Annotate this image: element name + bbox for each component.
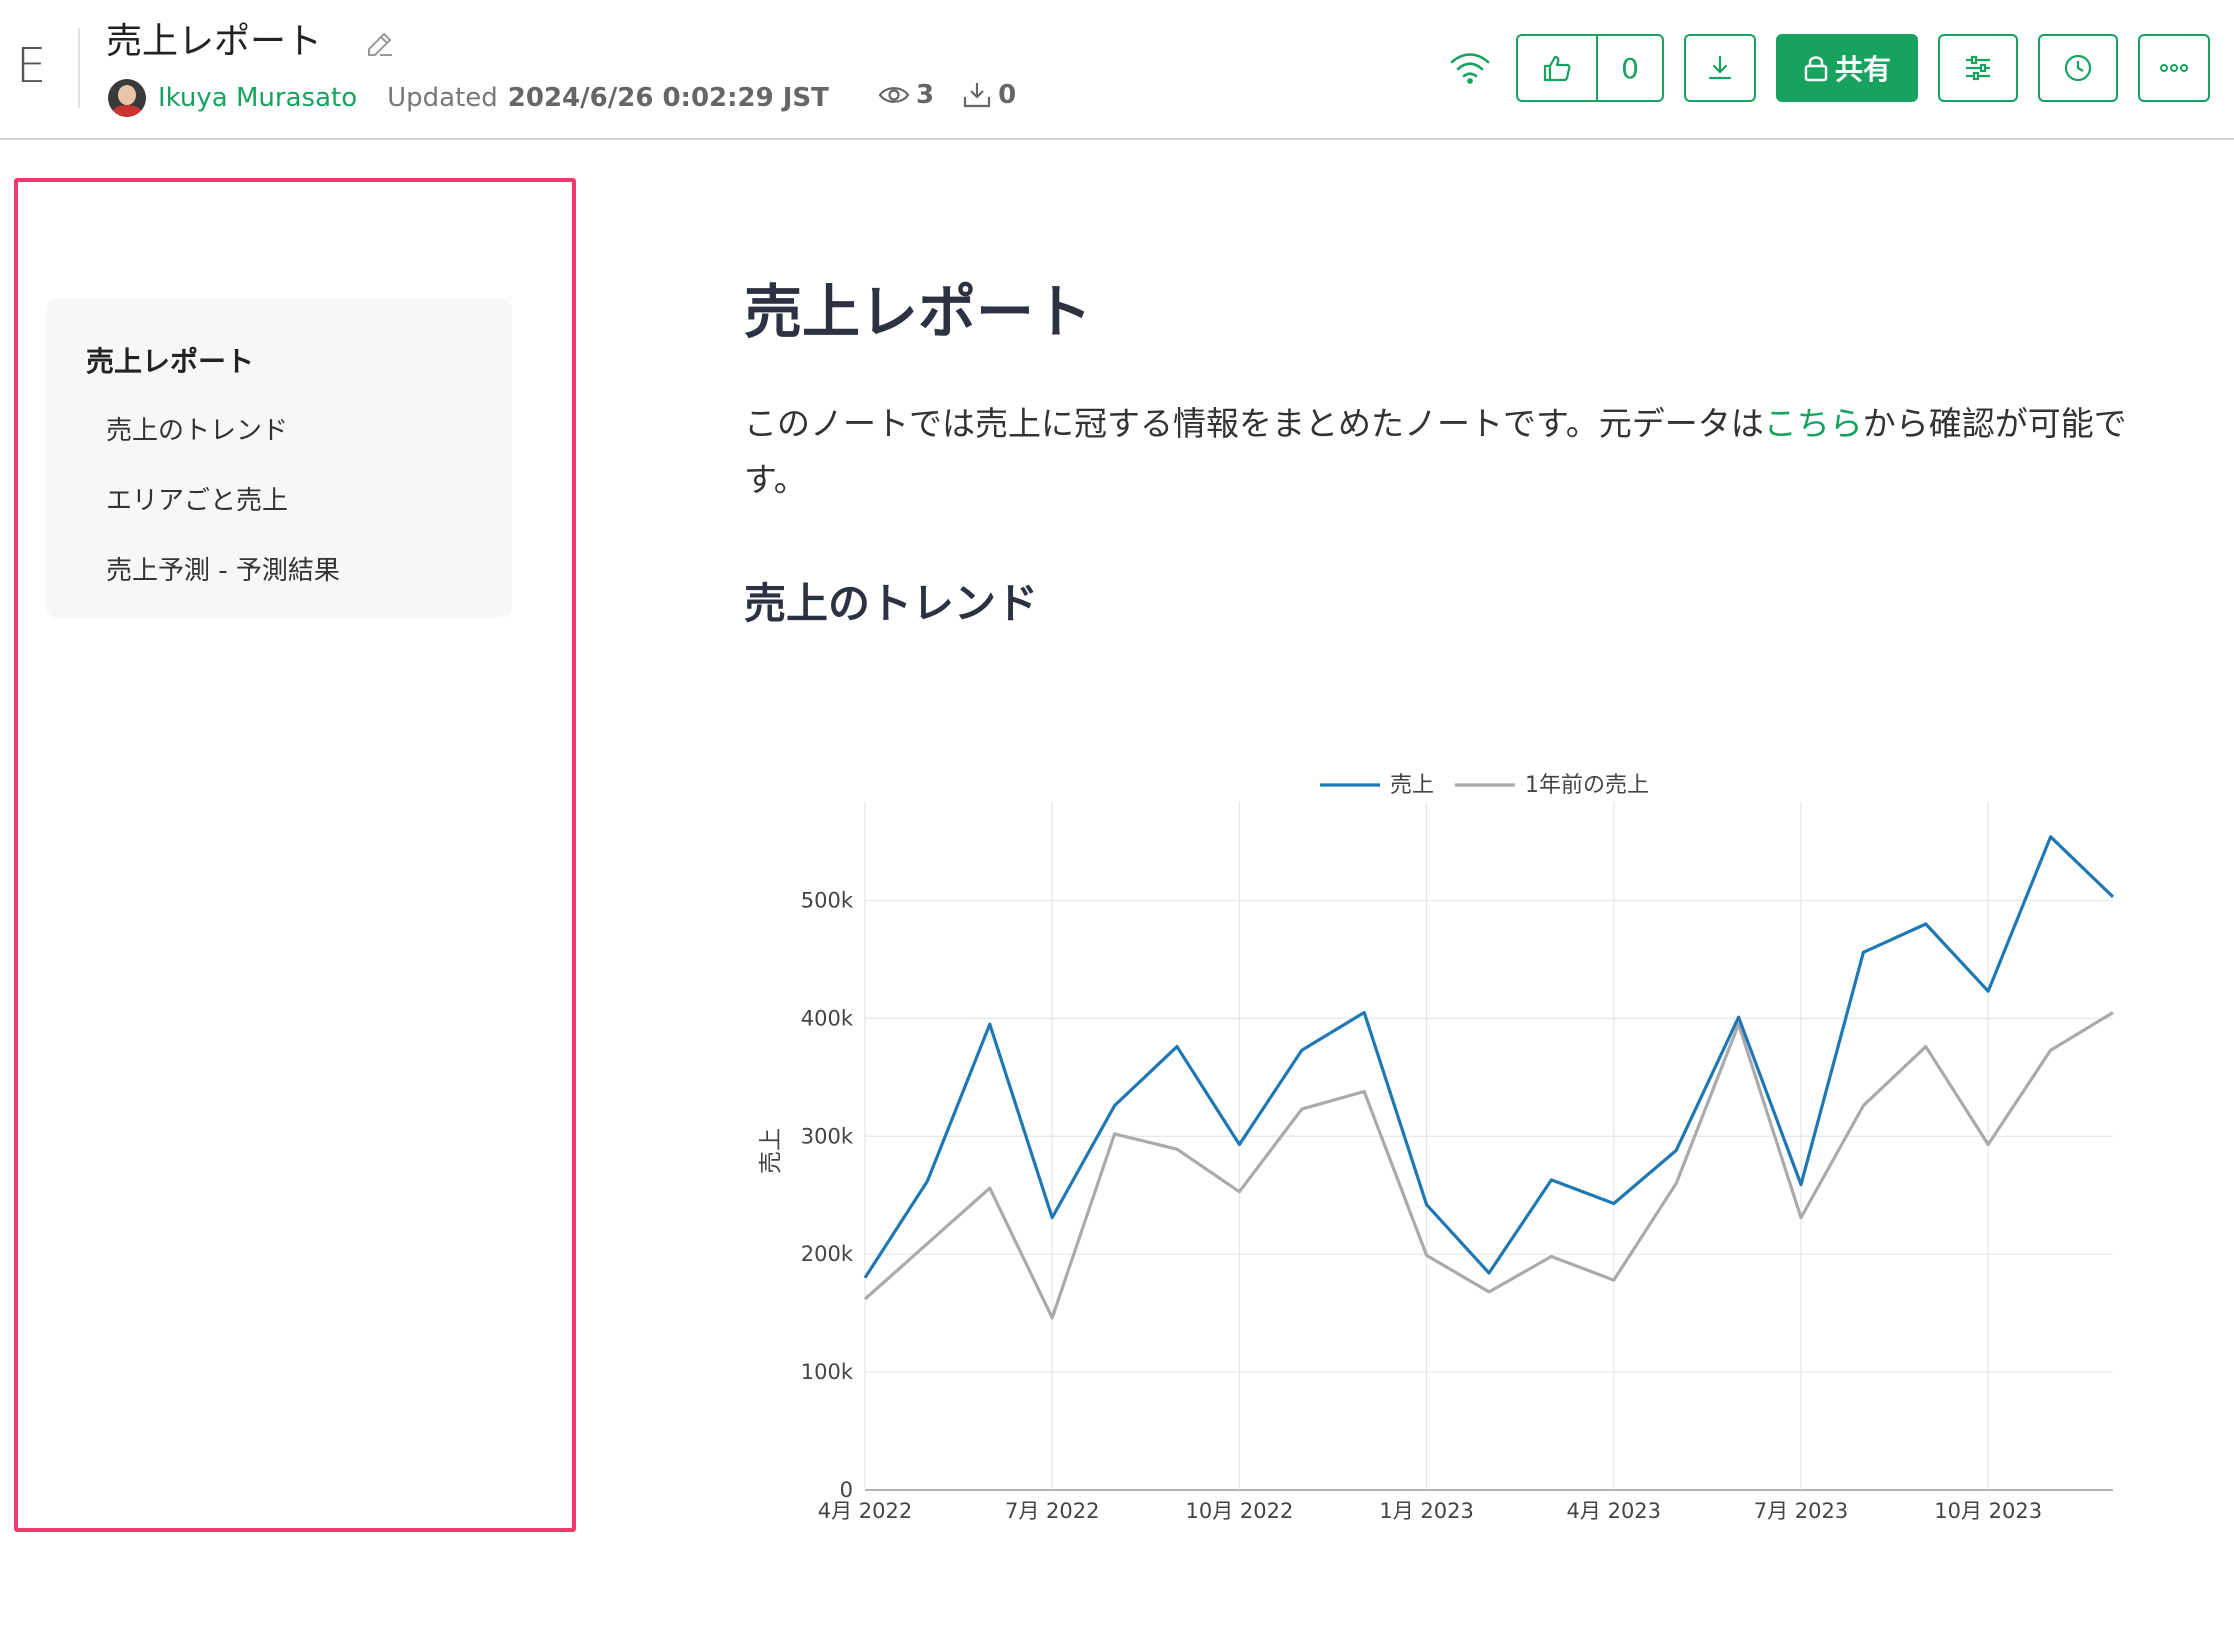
page-title: 売上レポート: [744, 278, 1093, 346]
logo-divider: [78, 28, 80, 108]
y-tick-label: 500k: [801, 888, 854, 912]
legend-label: 1年前の売上: [1525, 773, 1649, 798]
intro-paragraph: このノートでは売上に冠する情報をまとめたノートです。元データはこちらから確認が可…: [744, 396, 2164, 508]
y-tick-label: 200k: [801, 1242, 854, 1266]
download-icon: [1708, 55, 1732, 80]
edit-title-icon[interactable]: [364, 28, 396, 60]
toc-item-sales-trend[interactable]: 売上のトレンド: [106, 410, 288, 447]
download-count-icon: [963, 83, 991, 108]
y-tick-label: 300k: [801, 1124, 854, 1148]
like-button-group[interactable]: 0: [1516, 34, 1664, 102]
toc-item-sales-by-area[interactable]: エリアごと売上: [106, 480, 288, 517]
section-title-sales-trend: 売上のトレンド: [744, 579, 1039, 628]
x-tick-label: 7月 2022: [1005, 1499, 1099, 1523]
app-logo[interactable]: E: [16, 42, 46, 90]
updated-label: Updated: [387, 83, 498, 113]
x-tick-label: 4月 2022: [818, 1499, 912, 1523]
source-data-link[interactable]: こちら: [1764, 404, 1863, 443]
x-tick-label: 1月 2023: [1379, 1499, 1473, 1523]
y-tick-label: 100k: [801, 1360, 854, 1384]
x-tick-label: 7月 2023: [1754, 1499, 1848, 1523]
like-count: 0: [1621, 51, 1639, 85]
intro-text-before: このノートでは売上に冠する情報をまとめたノートです。元データは: [744, 404, 1764, 443]
updated-time: 2024/6/26 0:02:29 JST: [507, 83, 829, 113]
legend-label: 売上: [1390, 773, 1434, 798]
clock-icon: [2064, 54, 2092, 82]
share-button[interactable]: 共有: [1776, 34, 1918, 102]
note-stats: 3 0: [878, 80, 1044, 110]
sliders-icon: [1966, 55, 1990, 81]
download-button[interactable]: [1684, 34, 1756, 102]
x-tick-label: 10月 2023: [1934, 1499, 2042, 1523]
y-axis-label: 売上: [758, 1128, 784, 1174]
note-title: 売上レポート: [106, 21, 323, 62]
header-bar: E 売上レポート Ikuya Murasato Updated 2024/6/2…: [0, 0, 2234, 140]
share-label: 共有: [1834, 53, 1891, 86]
download-count: 0: [998, 80, 1017, 110]
connection-status-icon: [1450, 53, 1490, 84]
x-tick-label: 4月 2023: [1567, 1499, 1661, 1523]
toc-item-sales-forecast[interactable]: 売上予測 - 予測結果: [106, 550, 340, 587]
thumbs-up-icon: [1543, 55, 1571, 82]
avatar[interactable]: [108, 79, 146, 117]
table-of-contents: 売上レポート 売上のトレンド エリアごと売上 売上予測 - 予測結果: [46, 298, 512, 618]
author-link[interactable]: Ikuya Murasato: [158, 83, 357, 113]
eye-icon: [878, 87, 910, 103]
lock-icon: [1804, 56, 1828, 82]
x-tick-label: 10月 2022: [1185, 1499, 1293, 1523]
settings-button[interactable]: [1938, 34, 2018, 102]
toc-title[interactable]: 売上レポート: [86, 340, 254, 380]
more-dots-icon: [2160, 64, 2188, 72]
like-button[interactable]: [1518, 36, 1598, 100]
y-tick-label: 400k: [801, 1006, 854, 1030]
view-count: 3: [916, 80, 935, 110]
more-menu-button[interactable]: [2138, 34, 2210, 102]
history-button[interactable]: [2038, 34, 2118, 102]
sales-trend-chart: 0100k200k300k400k500k4月 2022 7月 2022 10月 2…: [758, 773, 2115, 1523]
note-meta: Ikuya Murasato Updated 2024/6/26 0:02:29…: [108, 78, 829, 118]
